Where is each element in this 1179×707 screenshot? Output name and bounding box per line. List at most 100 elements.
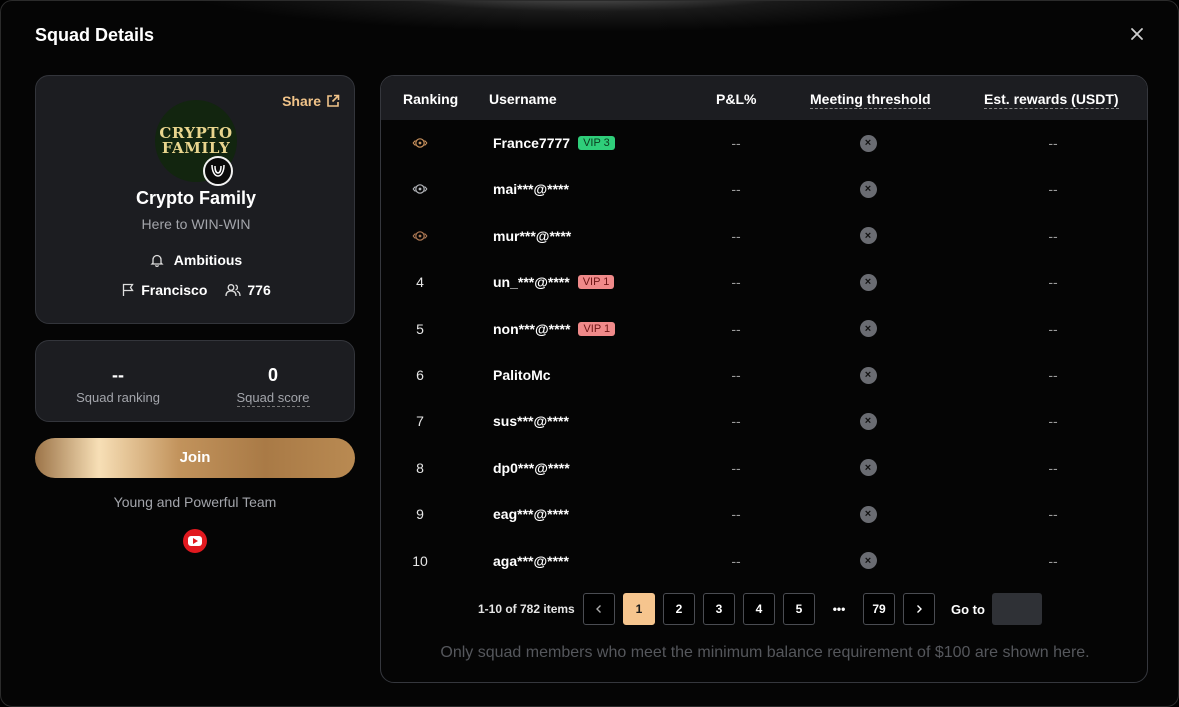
prev-page-button[interactable]: [583, 593, 615, 625]
squad-score-label[interactable]: Squad score: [236, 390, 310, 407]
page-button[interactable]: 2: [663, 593, 695, 625]
squad-badge-icon: [203, 156, 233, 186]
youtube-icon: [188, 536, 202, 546]
header-est-rewards[interactable]: Est. rewards (USDT): [984, 91, 1119, 109]
username-cell: un_***@**** VIP 1: [493, 259, 615, 305]
header-est-rewards-label: Est. rewards (USDT): [984, 91, 1119, 109]
next-page-button[interactable]: [903, 593, 935, 625]
username-cell: eag***@****: [493, 491, 569, 537]
rank-medal-bronze-icon: [381, 213, 459, 259]
not-met-icon: ×: [859, 459, 877, 477]
squad-details-modal: Squad Details Share CRYPTO FAMILY Crypto…: [0, 0, 1179, 707]
squad-stats-card: -- Squad ranking 0 Squad score: [35, 340, 355, 422]
pnl-value: --: [731, 181, 741, 198]
pnl-value: --: [731, 274, 741, 291]
not-met-icon: ×: [859, 227, 877, 245]
username: PalitoMc: [493, 367, 551, 383]
modal-title: Squad Details: [35, 25, 155, 45]
rewards-value: --: [1048, 181, 1058, 198]
not-met-icon: ×: [859, 134, 877, 152]
rank-number: 6: [416, 367, 424, 383]
page-button[interactable]: 79: [863, 593, 895, 625]
not-met-icon: ×: [859, 552, 877, 570]
username-cell: PalitoMc: [493, 352, 551, 398]
eligibility-note: Only squad members who meet the minimum …: [440, 644, 1090, 661]
squad-meta: Francisco 776: [36, 282, 356, 298]
username: eag***@****: [493, 506, 569, 523]
rank-number: 9: [416, 506, 424, 523]
squad-ranking-value: --: [112, 365, 124, 385]
squad-tagline: Young and Powerful Team: [113, 494, 277, 510]
username-cell: France7777 VIP 3: [493, 120, 615, 166]
rewards-value: --: [1048, 135, 1058, 151]
header-pnl: P&L%: [716, 91, 757, 107]
page-ellipsis[interactable]: •••: [823, 593, 855, 625]
rewards-value: --: [1048, 413, 1058, 430]
rewards-value: --: [1048, 552, 1058, 569]
username: France7777: [493, 135, 571, 151]
rewards-value: --: [1048, 506, 1058, 523]
not-met-icon: ×: [859, 180, 877, 198]
goto-page-input[interactable]: [992, 593, 1042, 625]
share-button[interactable]: Share: [282, 93, 340, 109]
squad-name: Crypto Family: [135, 188, 257, 208]
pnl-value: --: [731, 552, 741, 569]
username: sus***@****: [493, 413, 569, 430]
squad-ranking-label: Squad ranking: [76, 390, 160, 405]
username: dp0***@****: [493, 459, 570, 476]
bell-icon: [150, 254, 164, 267]
threshold-status: ×: [847, 259, 889, 305]
table-row: 10 aga***@**** -- × --: [381, 538, 1147, 584]
rank-number: 4: [416, 274, 424, 291]
page-button[interactable]: 3: [703, 593, 735, 625]
threshold-status: ×: [847, 166, 889, 212]
username-cell: dp0***@****: [493, 445, 570, 491]
not-met-icon: ×: [859, 505, 877, 523]
page-button[interactable]: 1: [623, 593, 655, 625]
username-cell: non***@**** VIP 1: [493, 306, 616, 352]
pnl-value: --: [731, 320, 741, 337]
vip-badge: VIP 1: [578, 321, 616, 336]
username: aga***@****: [493, 552, 569, 569]
threshold-status: ×: [847, 120, 889, 166]
rank-number: 5: [416, 320, 424, 337]
username-cell: sus***@****: [493, 398, 569, 444]
header-meeting-threshold[interactable]: Meeting threshold: [810, 91, 931, 109]
rank-number: 10: [412, 552, 428, 569]
username: mur***@****: [493, 227, 572, 244]
pnl-value: --: [731, 135, 741, 151]
table-row: 7 sus***@**** -- × --: [381, 398, 1147, 444]
threshold-status: ×: [847, 213, 889, 259]
external-link-icon: [327, 94, 340, 107]
close-button[interactable]: [1125, 23, 1149, 47]
youtube-link[interactable]: [183, 529, 207, 553]
header-meeting-threshold-label: Meeting threshold: [810, 91, 931, 109]
page-button[interactable]: 5: [783, 593, 815, 625]
join-button[interactable]: Join: [35, 438, 355, 478]
table-row: 4 un_***@**** VIP 1 -- × --: [381, 259, 1147, 305]
goto-label: Go to: [951, 602, 985, 617]
pnl-value: --: [731, 367, 741, 383]
rewards-value: --: [1048, 274, 1058, 291]
rank-number: 7: [416, 413, 424, 430]
page-button[interactable]: 4: [743, 593, 775, 625]
table-row: 8 dp0***@**** -- × --: [381, 445, 1147, 491]
username: mai***@****: [493, 181, 569, 198]
rewards-value: --: [1048, 459, 1058, 476]
not-met-icon: ×: [859, 366, 877, 384]
chevron-right-icon: [917, 605, 922, 613]
pnl-value: --: [731, 459, 741, 476]
username: un_***@****: [493, 274, 570, 291]
threshold-status: ×: [847, 538, 889, 584]
threshold-status: ×: [847, 491, 889, 537]
pnl-value: --: [731, 506, 741, 523]
threshold-status: ×: [847, 445, 889, 491]
squad-profile-card: Share CRYPTO FAMILY Crypto Family Here t…: [35, 75, 355, 324]
table-row: mai***@**** -- × --: [381, 166, 1147, 212]
pagination: 1-10 of 782 items 1 2 3 4 5 ••• 79 Go to: [381, 592, 1147, 626]
table-row: France7777 VIP 3 -- × --: [381, 120, 1147, 166]
not-met-icon: ×: [859, 412, 877, 430]
table-row: 6 PalitoMc -- × --: [381, 352, 1147, 398]
pagination-info: 1-10 of 782 items: [478, 602, 575, 616]
header-username: Username: [489, 91, 557, 107]
